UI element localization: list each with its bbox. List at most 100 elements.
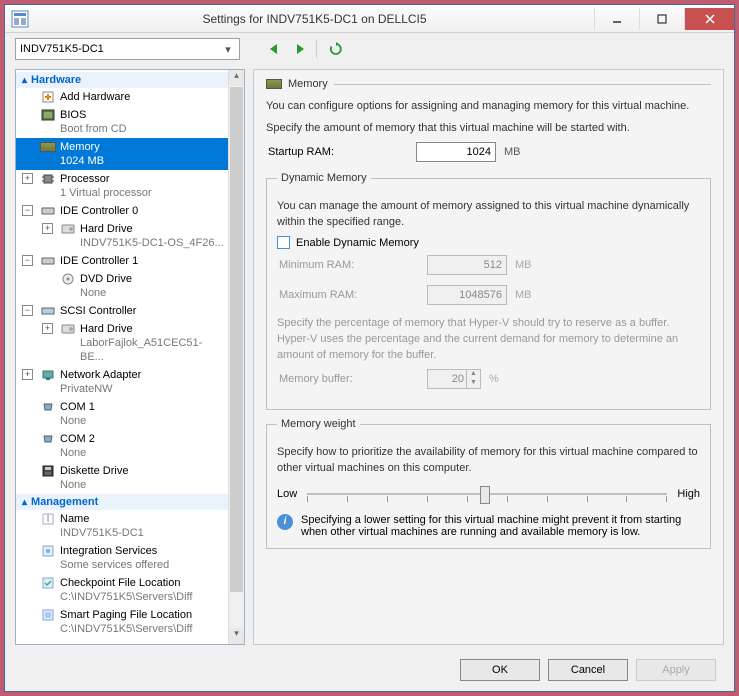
hardware-section-header[interactable]: ▴Hardware — [16, 72, 228, 88]
vm-selector-combo[interactable]: INDV751K5-DC1 ▾ — [15, 38, 240, 60]
controller-icon — [40, 253, 56, 269]
harddrive-icon — [60, 321, 76, 337]
chevron-down-icon: ▾ — [221, 43, 235, 56]
tree-processor[interactable]: + Processor 1 Virtual processor — [16, 170, 228, 202]
collapse-icon: ▴ — [22, 497, 27, 508]
tree-network-adapter[interactable]: + Network Adapter PrivateNW — [16, 366, 228, 398]
memory-weight-group: Memory weight Specify how to prioritize … — [266, 418, 711, 549]
settings-detail-panel: Memory You can configure options for ass… — [253, 69, 724, 645]
collapse-icon[interactable]: − — [22, 205, 33, 216]
mb-unit: MB — [515, 259, 532, 271]
tree-ide0-harddrive[interactable]: + Hard Drive INDV751K5-DC1-OS_4F26... — [16, 220, 228, 252]
max-ram-input — [427, 285, 507, 305]
controller-icon — [40, 203, 56, 219]
refresh-button[interactable] — [326, 39, 346, 59]
expand-icon[interactable]: + — [42, 223, 53, 234]
buffer-desc: Specify the percentage of memory that Hy… — [277, 315, 700, 363]
spinner-down-icon: ▼ — [467, 379, 480, 388]
tree-scrollbar[interactable]: ▴ ▾ — [228, 70, 244, 644]
weight-info-text: Specifying a lower setting for this virt… — [301, 514, 700, 538]
startup-desc: Specify the amount of memory that this v… — [266, 120, 711, 136]
scroll-thumb[interactable] — [230, 87, 243, 592]
intro-text: You can configure options for assigning … — [266, 98, 711, 114]
expand-icon[interactable]: + — [22, 369, 33, 380]
tree-bios[interactable]: BIOS Boot from CD — [16, 106, 228, 138]
tree-memory[interactable]: Memory 1024 MB — [16, 138, 228, 170]
scroll-down-icon[interactable]: ▾ — [229, 628, 244, 644]
info-icon: i — [277, 514, 293, 530]
titlebar: Settings for INDV751K5-DC1 on DELLCI5 — [5, 5, 734, 33]
enable-dynamic-memory-checkbox[interactable] — [277, 236, 290, 249]
expand-icon[interactable]: + — [22, 173, 33, 184]
memory-weight-slider[interactable] — [307, 484, 667, 504]
tree-name[interactable]: I Name INDV751K5-DC1 — [16, 510, 228, 542]
slider-thumb[interactable] — [480, 486, 490, 504]
tree-ide0[interactable]: − IDE Controller 0 — [16, 202, 228, 220]
memory-buffer-label: Memory buffer: — [279, 373, 419, 385]
close-button[interactable] — [684, 8, 734, 30]
slider-low-label: Low — [277, 488, 297, 500]
memory-buffer-input — [428, 370, 466, 388]
maximize-button[interactable] — [639, 8, 684, 30]
smart-paging-icon — [40, 607, 56, 623]
add-hardware-icon — [40, 89, 56, 105]
checkpoint-icon — [40, 575, 56, 591]
window-title: Settings for INDV751K5-DC1 on DELLCI5 — [35, 12, 594, 26]
max-ram-label: Maximum RAM: — [279, 289, 419, 301]
min-ram-label: Minimum RAM: — [279, 259, 419, 271]
tree-checkpoint-location[interactable]: Checkpoint File Location C:\INDV751K5\Se… — [16, 574, 228, 606]
forward-button[interactable] — [290, 39, 310, 59]
minimize-button[interactable] — [594, 8, 639, 30]
ok-button[interactable]: OK — [460, 659, 540, 681]
memory-weight-legend: Memory weight — [277, 418, 360, 430]
enable-dynamic-memory-label: Enable Dynamic Memory — [296, 237, 419, 249]
memory-buffer-spinner: ▲▼ — [427, 369, 481, 389]
management-section-header[interactable]: ▴Management — [16, 494, 228, 510]
collapse-icon[interactable]: − — [22, 305, 33, 316]
tree-integration-services[interactable]: Integration Services Some services offer… — [16, 542, 228, 574]
diskette-icon — [40, 463, 56, 479]
expand-icon[interactable]: + — [42, 323, 53, 334]
dynamic-memory-desc: You can manage the amount of memory assi… — [277, 198, 700, 230]
collapse-icon: ▴ — [22, 75, 27, 86]
panel-heading: Memory — [288, 78, 328, 90]
dynamic-memory-group: Dynamic Memory You can manage the amount… — [266, 172, 711, 410]
tree-ide1[interactable]: − IDE Controller 1 — [16, 252, 228, 270]
cancel-button[interactable]: Cancel — [548, 659, 628, 681]
tree-add-hardware[interactable]: Add Hardware — [16, 88, 228, 106]
harddrive-icon — [60, 221, 76, 237]
toolbar: INDV751K5-DC1 ▾ — [5, 33, 734, 65]
apply-button[interactable]: Apply — [636, 659, 716, 681]
tree-com2[interactable]: COM 2 None — [16, 430, 228, 462]
tree-com1[interactable]: COM 1 None — [16, 398, 228, 430]
network-icon — [40, 367, 56, 383]
tree-diskette[interactable]: Diskette Drive None — [16, 462, 228, 494]
memory-icon — [40, 139, 56, 155]
scroll-up-icon[interactable]: ▴ — [229, 70, 244, 86]
startup-ram-input[interactable] — [416, 142, 496, 162]
settings-window: Settings for INDV751K5-DC1 on DELLCI5 IN… — [4, 4, 735, 692]
dvd-icon — [60, 271, 76, 287]
name-icon: I — [40, 511, 56, 527]
startup-ram-label: Startup RAM: — [268, 146, 408, 158]
processor-icon — [40, 171, 56, 187]
collapse-icon[interactable]: − — [22, 255, 33, 266]
memory-weight-desc: Specify how to prioritize the availabili… — [277, 444, 700, 476]
tree-smart-paging[interactable]: Smart Paging File Location C:\INDV751K5\… — [16, 606, 228, 638]
dynamic-memory-legend: Dynamic Memory — [277, 172, 371, 184]
tree-scsi[interactable]: − SCSI Controller — [16, 302, 228, 320]
hardware-tree-panel: ▴Hardware Add Hardware BIOS Boot from CD… — [15, 69, 245, 645]
back-button[interactable] — [264, 39, 284, 59]
pct-unit: % — [489, 373, 499, 385]
bios-icon — [40, 107, 56, 123]
mb-unit: MB — [515, 289, 532, 301]
integration-icon — [40, 543, 56, 559]
com-port-icon — [40, 431, 56, 447]
spinner-up-icon: ▲ — [467, 370, 480, 379]
tree-ide1-dvd[interactable]: DVD Drive None — [16, 270, 228, 302]
tree-scsi-harddrive[interactable]: + Hard Drive LaborFajlok_A51CEC51-BE... — [16, 320, 228, 366]
min-ram-input — [427, 255, 507, 275]
dialog-footer: OK Cancel Apply — [5, 649, 734, 691]
slider-high-label: High — [677, 488, 700, 500]
settings-tree[interactable]: ▴Hardware Add Hardware BIOS Boot from CD… — [16, 70, 228, 644]
